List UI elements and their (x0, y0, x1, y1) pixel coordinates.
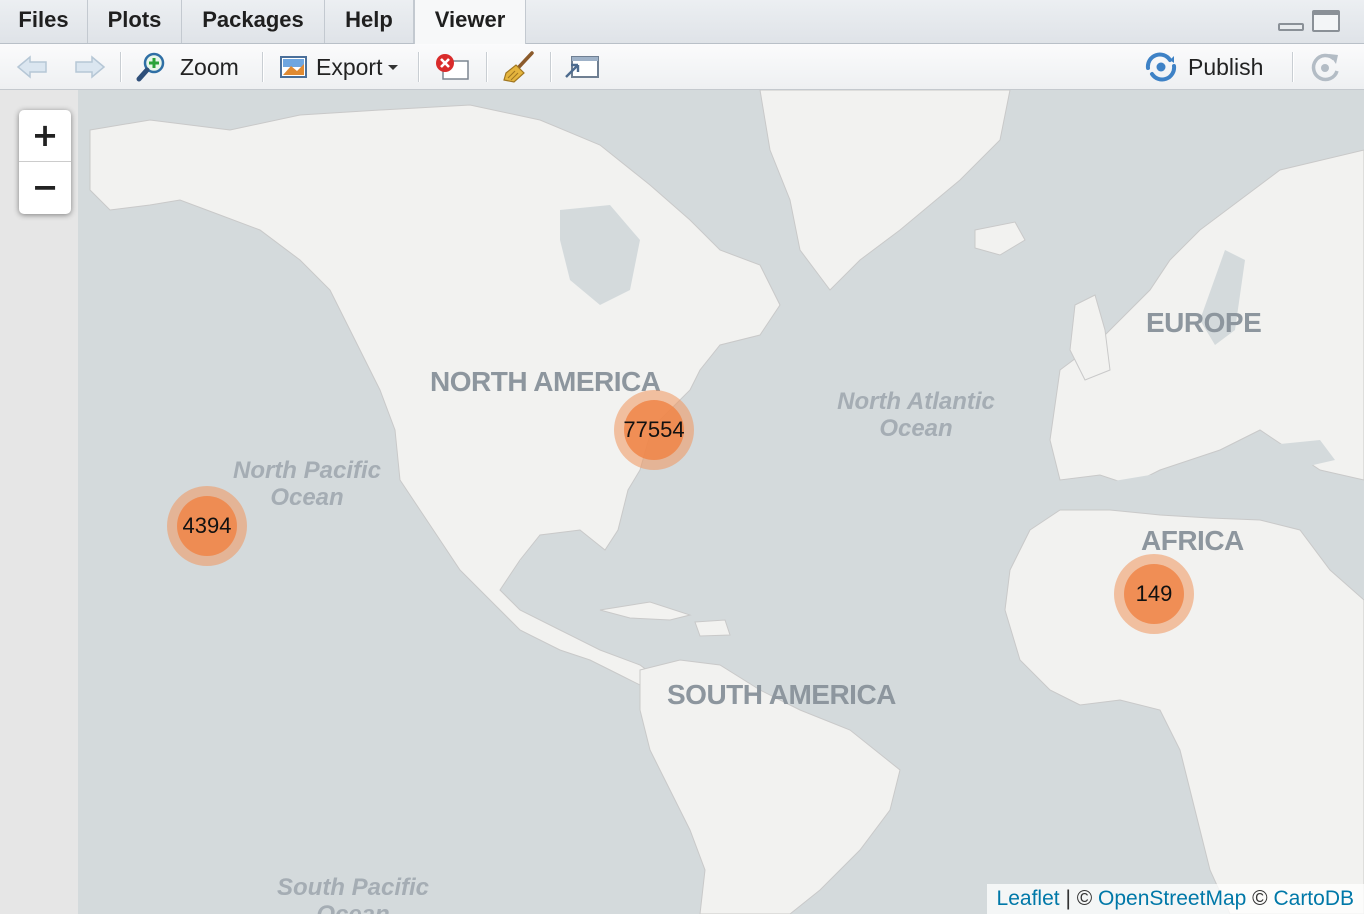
cartodb-link[interactable]: CartoDB (1273, 887, 1354, 910)
label-north-atlantic-line2: Ocean (879, 415, 953, 442)
label-north-pacific: North Pacific Ocean (226, 457, 388, 511)
popout-button[interactable] (564, 44, 600, 90)
label-north-pacific-line2: Ocean (270, 484, 344, 511)
label-europe: EUROPE (1146, 307, 1262, 338)
label-north-atlantic-line1: North Atlantic (837, 388, 995, 415)
cluster-count: 149 (1124, 564, 1184, 624)
cluster-count: 77554 (623, 400, 685, 460)
label-south-pacific: South Pacific Ocean (272, 874, 434, 914)
tab-viewer[interactable]: Viewer (414, 0, 526, 45)
export-icon (280, 56, 307, 78)
label-south-pacific-line2: Ocean (272, 901, 434, 914)
map-attribution: Leaflet | © OpenStreetMap © CartoDB (986, 884, 1364, 914)
cluster-count: 4394 (177, 496, 237, 556)
openstreetmap-link[interactable]: OpenStreetMap (1098, 887, 1246, 910)
pane-tab-bar: Files Plots Packages Help Viewer (0, 0, 1364, 45)
refresh-button[interactable] (1308, 44, 1342, 90)
export-label: Export (316, 53, 383, 80)
label-south-america: SOUTH AMERICA (667, 679, 896, 710)
export-menu-button[interactable]: Export (278, 44, 400, 90)
marker-cluster[interactable]: 77554 (614, 390, 694, 470)
remove-viewer-button[interactable] (434, 44, 470, 90)
label-north-atlantic: North Atlantic Ocean (826, 388, 1006, 442)
zoom-out-button[interactable]: − (19, 162, 71, 214)
forward-button[interactable] (74, 44, 106, 90)
popout-icon (565, 56, 599, 78)
viewer-toolbar: Zoom Export Publish (0, 44, 1364, 90)
clear-broom-icon (503, 51, 534, 83)
back-button[interactable] (16, 44, 48, 90)
publish-button[interactable]: Publish (1144, 44, 1263, 90)
label-africa: AFRICA (1141, 525, 1244, 556)
label-south-pacific-line1: South Pacific (276, 874, 430, 901)
zoom-control: + − (19, 110, 71, 214)
marker-cluster[interactable]: 4394 (167, 486, 247, 566)
publish-label: Publish (1188, 53, 1264, 80)
forward-arrow-icon (75, 55, 106, 79)
maximize-pane-icon[interactable] (1312, 10, 1340, 32)
zoom-in-button[interactable]: + (19, 110, 71, 162)
attribution-separator: | © (1059, 887, 1099, 910)
publish-icon (1145, 52, 1177, 82)
tab-packages[interactable]: Packages (182, 0, 325, 43)
chevron-down-icon (388, 65, 399, 70)
hispaniola (694, 619, 731, 637)
label-north-america: NORTH AMERICA (430, 366, 661, 397)
zoom-label: Zoom (180, 53, 239, 80)
zoom-icon (136, 52, 165, 82)
clear-all-button[interactable] (502, 44, 536, 90)
leaflet-map[interactable]: NORTH AMERICA SOUTH AMERICA EUROPE AFRIC… (0, 90, 1364, 914)
tab-files[interactable]: Files (0, 0, 88, 43)
remove-viewer-icon (436, 54, 469, 80)
window-controls (1278, 10, 1340, 34)
minimize-pane-icon[interactable] (1278, 23, 1304, 31)
leaflet-link[interactable]: Leaflet (997, 887, 1060, 910)
refresh-icon (1311, 53, 1339, 82)
marker-cluster[interactable]: 149 (1114, 554, 1194, 634)
tab-help[interactable]: Help (325, 0, 414, 43)
attribution-separator: © (1246, 887, 1274, 910)
back-arrow-icon (16, 55, 47, 79)
tab-plots[interactable]: Plots (88, 0, 182, 43)
zoom-button[interactable]: Zoom (136, 44, 239, 90)
label-north-pacific-line1: North Pacific (232, 457, 382, 484)
